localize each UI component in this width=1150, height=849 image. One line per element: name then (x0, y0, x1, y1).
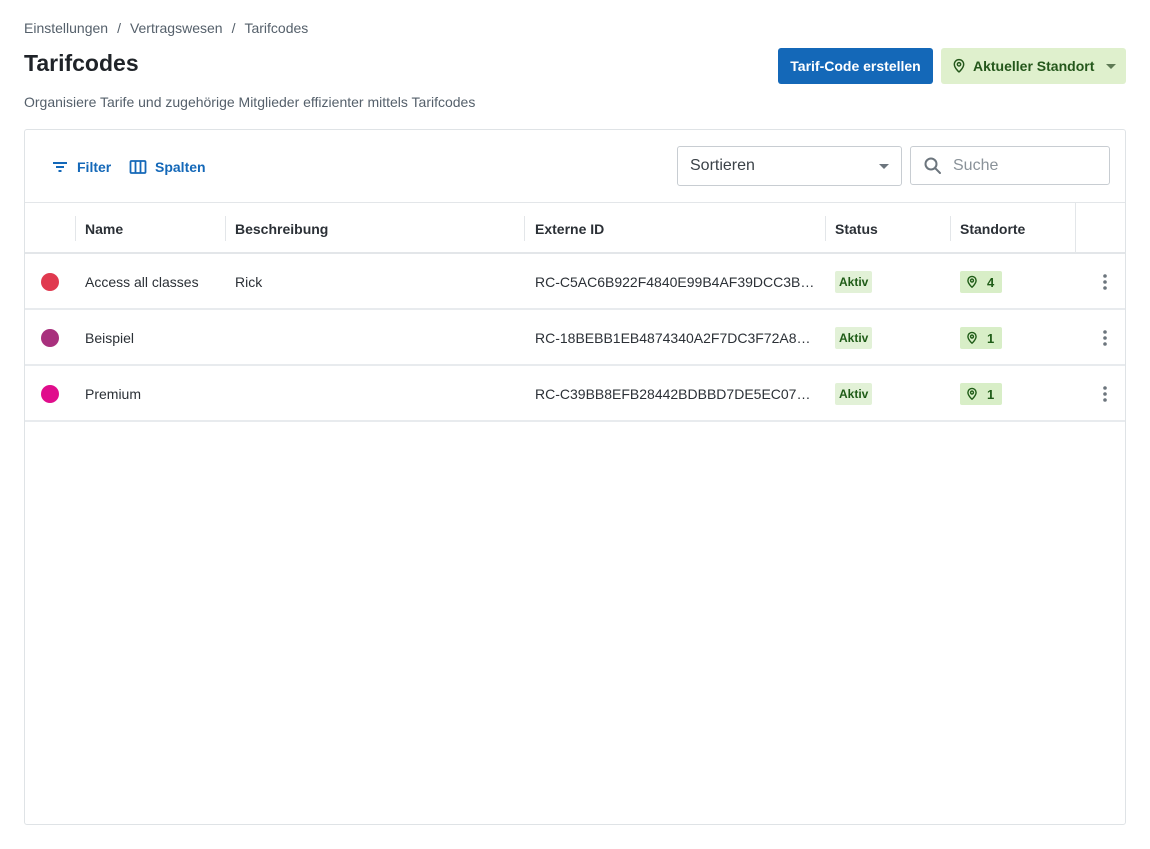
location-selector-button[interactable]: Aktueller Standort (941, 48, 1126, 84)
chevron-down-icon (1106, 63, 1116, 69)
row-name: Beispiel (85, 330, 135, 346)
search-input[interactable] (953, 156, 1093, 175)
locations-badge: 1 (960, 383, 1002, 405)
chevron-down-icon (879, 163, 889, 169)
status-badge: Aktiv (835, 383, 873, 405)
column-header-name[interactable]: Name (75, 203, 123, 254)
color-dot (41, 329, 59, 347)
tariff-codes-card: Filter Spalten Sortieren Name (24, 129, 1126, 825)
location-selector-label: Aktueller Standort (973, 58, 1095, 74)
more-vertical-icon (1103, 274, 1107, 290)
filter-label: Filter (77, 159, 112, 175)
status-badge: Aktiv (835, 271, 873, 293)
sort-select[interactable]: Sortieren (677, 146, 902, 186)
status-badge: Aktiv (835, 327, 873, 349)
row-menu-button[interactable] (1095, 272, 1115, 292)
sort-select-value: Sortieren (690, 157, 755, 174)
row-name: Access all classes (85, 274, 199, 290)
column-divider (1075, 203, 1076, 254)
color-dot (41, 273, 59, 291)
page-subtitle: Organisiere Tarife und zugehörige Mitgli… (24, 94, 476, 110)
table-toolbar: Filter Spalten Sortieren (25, 130, 1125, 203)
page: Einstellungen / Vertragswesen / Tarifcod… (0, 0, 1150, 849)
filter-button[interactable]: Filter (51, 158, 111, 176)
locations-count: 1 (987, 330, 995, 346)
locations-count: 1 (987, 386, 995, 402)
create-tariff-code-button[interactable]: Tarif-Code erstellen (778, 48, 933, 84)
locations-count: 4 (987, 274, 995, 290)
row-external-id: RC-C39BB8EFB28442BDBBD7DE5EC0714D… (535, 386, 817, 402)
column-header-external-id[interactable]: Externe ID (525, 203, 604, 254)
map-pin-icon (951, 58, 967, 74)
filter-icon (51, 158, 69, 176)
row-external-id: RC-18BEBB1EB4874340A2F7DC3F72A818… (535, 330, 817, 346)
column-header-locations[interactable]: Standorte (950, 203, 1025, 254)
row-menu-button[interactable] (1095, 328, 1115, 348)
table-row[interactable]: Premium RC-C39BB8EFB28442BDBBD7DE5EC0714… (25, 366, 1125, 422)
map-pin-icon (965, 275, 979, 289)
search-icon (923, 156, 943, 176)
breadcrumb-separator: / (231, 20, 236, 36)
color-dot (41, 385, 59, 403)
page-title: Tarifcodes (24, 50, 139, 76)
table-row[interactable]: Beispiel RC-18BEBB1EB4874340A2F7DC3F72A8… (25, 310, 1125, 366)
locations-badge: 1 (960, 327, 1002, 349)
row-description: Rick (235, 274, 263, 290)
map-pin-icon (965, 331, 979, 345)
locations-badge: 4 (960, 271, 1002, 293)
row-external-id: RC-C5AC6B922F4840E99B4AF39DCC3B87… (535, 274, 817, 290)
column-header-status[interactable]: Status (825, 203, 878, 254)
breadcrumb: Einstellungen / Vertragswesen / Tarifcod… (24, 20, 308, 36)
breadcrumb-item-einstellungen[interactable]: Einstellungen (24, 20, 108, 36)
breadcrumb-item-vertragswesen[interactable]: Vertragswesen (130, 20, 223, 36)
more-vertical-icon (1103, 386, 1107, 402)
columns-label: Spalten (155, 159, 206, 175)
table-header: Name Beschreibung Externe ID Status Stan… (25, 203, 1125, 254)
columns-button[interactable]: Spalten (129, 158, 206, 176)
breadcrumb-separator: / (117, 20, 121, 36)
map-pin-icon (965, 387, 979, 401)
row-menu-button[interactable] (1095, 384, 1115, 404)
column-header-description[interactable]: Beschreibung (225, 203, 328, 254)
breadcrumb-item-tarifcodes[interactable]: Tarifcodes (244, 20, 308, 36)
table-row[interactable]: Access all classes Rick RC-C5AC6B922F484… (25, 254, 1125, 310)
more-vertical-icon (1103, 330, 1107, 346)
search-box (910, 146, 1110, 185)
row-name: Premium (85, 386, 142, 402)
columns-icon (129, 158, 147, 176)
